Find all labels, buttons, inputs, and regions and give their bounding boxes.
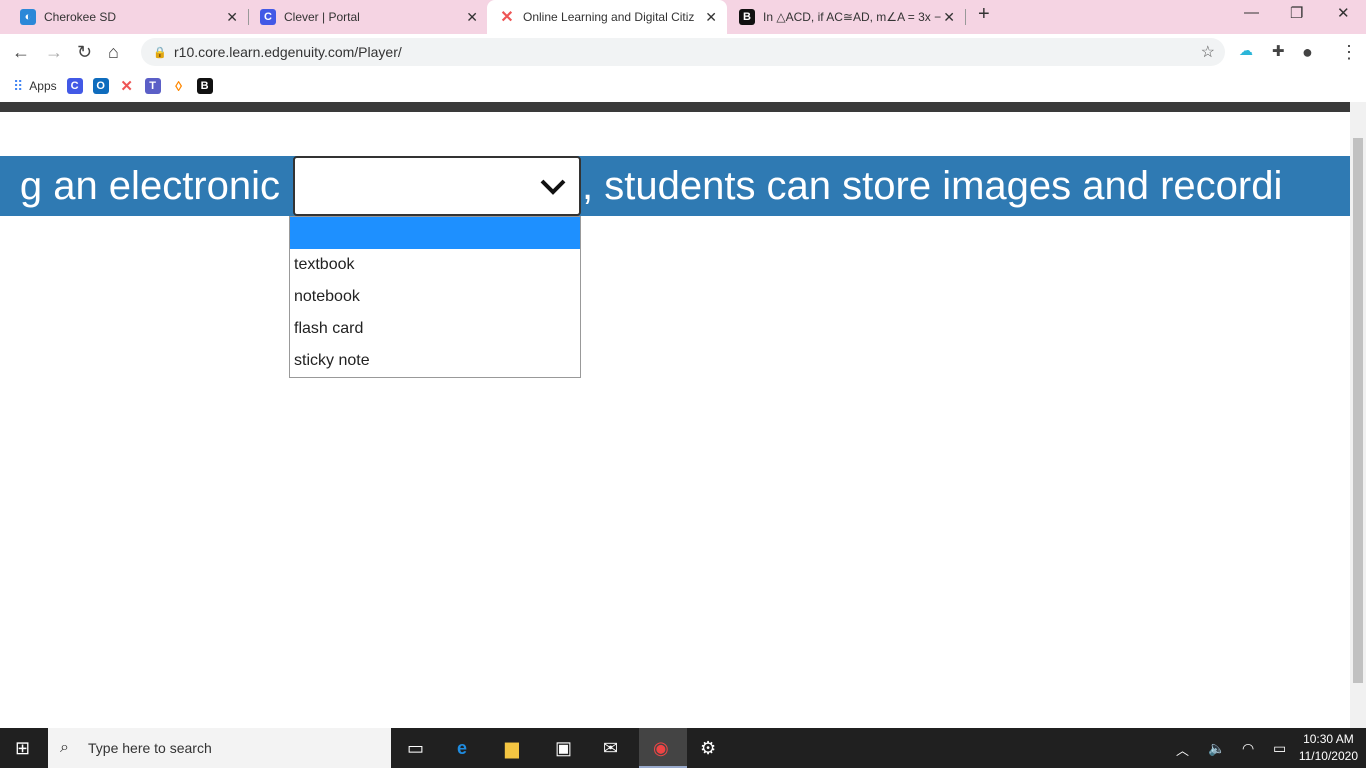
page-content: g an electronic , students can store ima…: [0, 102, 1350, 728]
close-tab-icon[interactable]: ✕: [466, 9, 478, 26]
clock[interactable]: 10:30 AM 11/10/2020: [1299, 731, 1358, 765]
taskbar-search[interactable]: ⌕ Type here to search: [48, 728, 391, 768]
settings-icon[interactable]: ⚙: [700, 738, 716, 759]
scrollbar-thumb[interactable]: [1353, 138, 1363, 683]
tab-title: Online Learning and Digital Citiz: [523, 10, 695, 24]
new-tab-button[interactable]: +: [978, 3, 990, 26]
close-tab-icon[interactable]: ✕: [226, 9, 238, 26]
player-header: [0, 102, 1350, 112]
volume-icon[interactable]: 🔈: [1208, 740, 1225, 757]
bookmarks-bar: ⠿ Apps C O ✕ T ◊ B: [0, 70, 1366, 102]
tab-edgenuity[interactable]: ✕ Online Learning and Digital Citiz ✕: [487, 0, 727, 34]
puzzle-icon[interactable]: ✚: [1272, 42, 1285, 60]
task-view-icon[interactable]: ▭: [407, 738, 424, 759]
bookmark-icon[interactable]: ◊: [171, 78, 187, 94]
option-notebook[interactable]: notebook: [290, 281, 580, 313]
teams-bookmark-icon[interactable]: T: [144, 78, 161, 94]
date: 11/10/2020: [1298, 749, 1358, 763]
home-icon[interactable]: ⌂: [108, 42, 119, 63]
edgenuity-icon: ✕: [500, 9, 514, 26]
url-text: r10.core.learn.edgenuity.com/Player/: [174, 44, 402, 60]
outlook-bookmark-icon[interactable]: O: [92, 78, 109, 94]
tab-cherokee[interactable]: ◐ Cherokee SD ✕: [8, 0, 248, 34]
option-blank[interactable]: [290, 217, 580, 249]
store-icon[interactable]: ▣: [555, 738, 572, 759]
reload-icon[interactable]: ↻: [77, 42, 92, 63]
address-bar[interactable]: 🔒 r10.core.learn.edgenuity.com/Player/ ☆: [141, 38, 1225, 66]
dropdown-list: textbook notebook flash card sticky note: [289, 216, 581, 378]
minimize-button[interactable]: —: [1244, 4, 1259, 21]
clever-bookmark-icon[interactable]: C: [66, 78, 83, 94]
option-textbook[interactable]: textbook: [290, 249, 580, 281]
star-icon[interactable]: ☆: [1201, 42, 1215, 62]
mail-icon[interactable]: ✉: [603, 738, 618, 759]
cherokee-icon: ◐: [20, 9, 36, 25]
clever-icon: C: [260, 9, 276, 25]
search-icon: ⌕: [60, 739, 69, 756]
battery-icon[interactable]: ▭: [1273, 740, 1286, 757]
close-tab-icon[interactable]: ✕: [705, 9, 717, 26]
restore-button[interactable]: ❐: [1290, 4, 1303, 22]
tab-brainly[interactable]: B In △ACD, if AC≅AD, m∠A = 3x − ✕: [727, 0, 965, 34]
tab-clever[interactable]: C Clever | Portal ✕: [248, 0, 488, 34]
file-explorer-icon[interactable]: ▆: [505, 738, 519, 759]
chevron-up-icon[interactable]: ︿: [1176, 740, 1189, 759]
chrome-icon: ◉: [653, 738, 669, 758]
apps-grid-icon[interactable]: ⠿: [13, 78, 23, 95]
time: 10:30 AM: [1303, 732, 1354, 746]
chrome-taskbar-button[interactable]: ◉: [639, 728, 687, 768]
close-tab-icon[interactable]: ✕: [943, 9, 955, 26]
taskbar: ⊞ ⌕ Type here to search ▭ e ▆ ▣ ✉ ◉ ⚙ ︿ 🔈…: [0, 728, 1366, 768]
forward-icon[interactable]: →: [45, 42, 63, 63]
brainly-icon: B: [739, 9, 755, 25]
browser-toolbar: ← → ↻ ⌂ 🔒 r10.core.learn.edgenuity.com/Pl…: [0, 34, 1366, 70]
option-sticky-note[interactable]: sticky note: [290, 345, 580, 377]
edge-icon[interactable]: e: [457, 738, 467, 759]
option-flash-card[interactable]: flash card: [290, 313, 580, 345]
brainly-bookmark-icon[interactable]: B: [196, 78, 213, 94]
menu-icon[interactable]: ⋮: [1340, 42, 1358, 63]
edgenuity-bookmark-icon[interactable]: ✕: [119, 78, 135, 95]
start-icon[interactable]: ⊞: [15, 738, 30, 759]
sentence-before: g an electronic: [19, 163, 280, 208]
wifi-icon[interactable]: ◠: [1242, 740, 1254, 757]
question-sentence: g an electronic , students can store ima…: [0, 156, 1350, 216]
tab-title: In △ACD, if AC≅AD, m∠A = 3x −: [763, 10, 942, 24]
close-window-button[interactable]: ✕: [1337, 4, 1350, 22]
search-placeholder: Type here to search: [88, 740, 212, 756]
tab-title: Cherokee SD: [44, 10, 117, 24]
chevron-down-icon: [540, 179, 566, 195]
tab-strip: ◐ Cherokee SD ✕ C Clever | Portal ✕ ✕ Online …: [0, 0, 1366, 34]
sentence-after: , students can store images and recordi: [582, 163, 1283, 208]
extension-icon[interactable]: ☁: [1239, 42, 1253, 59]
tab-title: Clever | Portal: [284, 10, 360, 24]
answer-select[interactable]: [293, 156, 581, 216]
lock-icon: 🔒: [153, 46, 167, 59]
apps-bookmark[interactable]: Apps: [29, 79, 56, 93]
profile-icon[interactable]: ●: [1302, 42, 1313, 63]
scrollbar[interactable]: [1350, 102, 1366, 728]
back-icon[interactable]: ←: [12, 42, 30, 63]
